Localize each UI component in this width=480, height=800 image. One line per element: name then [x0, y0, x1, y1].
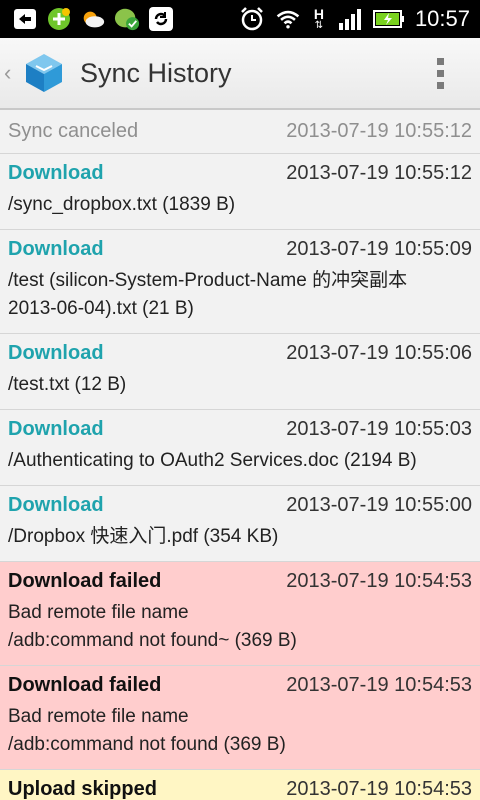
wifi-icon — [275, 6, 301, 32]
action-bar: ‹ Sync History — [0, 38, 480, 110]
entry-detail: Bad remote file name /adb:command not fo… — [8, 599, 472, 655]
entry-status: Upload skipped — [8, 778, 157, 800]
app-logo-icon[interactable] — [22, 51, 66, 95]
entry-status: Download — [8, 418, 104, 440]
list-item[interactable]: Download 2013-07-19 10:55:09 /test (sili… — [0, 230, 480, 334]
entry-detail-line: /Dropbox 快速入门.pdf (354 KB) — [8, 526, 279, 547]
list-item[interactable]: Upload skipped 2013-07-19 10:54:53 — [0, 770, 480, 800]
entry-detail-line: /test (silicon-System-Product-Name 的冲突副本 — [8, 270, 408, 291]
add-app-icon — [46, 6, 72, 32]
overflow-menu-icon[interactable] — [420, 43, 460, 103]
entry-time: 2013-07-19 10:54:53 — [286, 778, 472, 800]
entry-status: Download failed — [8, 570, 162, 592]
entry-detail-line: Bad remote file name — [8, 602, 189, 623]
entry-status: Download failed — [8, 674, 162, 696]
entry-detail-line: /adb:command not found~ (369 B) — [8, 630, 297, 651]
entry-status: Download — [8, 342, 104, 364]
up-chevron-icon[interactable]: ‹ — [4, 60, 18, 86]
sync-history-list[interactable]: Sync canceled 2013-07-19 10:55:12 Downlo… — [0, 110, 480, 800]
entry-detail-line: /sync_dropbox.txt (1839 B) — [8, 194, 236, 215]
entry-time: 2013-07-19 10:55:03 — [286, 418, 472, 440]
entry-detail: Bad remote file name /adb:command not fo… — [8, 703, 472, 759]
entry-status: Download — [8, 162, 104, 184]
back-icon — [12, 6, 38, 32]
entry-detail-line: /Authenticating to OAuth2 Services.doc (… — [8, 450, 417, 471]
alarm-icon — [239, 6, 265, 32]
entry-detail-line: 2013-06-04).txt (21 B) — [8, 298, 194, 319]
entry-status: Sync canceled — [8, 120, 139, 142]
list-item[interactable]: Download failed 2013-07-19 10:54:53 Bad … — [0, 562, 480, 666]
signal-icon — [337, 6, 363, 32]
entry-detail: /Dropbox 快速入门.pdf (354 KB) — [8, 523, 472, 551]
battery-icon — [372, 6, 405, 32]
sync-status-icon — [114, 6, 140, 32]
entry-detail: /test (silicon-System-Product-Name 的冲突副本… — [8, 267, 472, 323]
list-item[interactable]: Download 2013-07-19 10:55:03 /Authentica… — [0, 410, 480, 486]
entry-detail: /Authenticating to OAuth2 Services.doc (… — [8, 447, 472, 475]
status-clock: 10:57 — [414, 6, 470, 31]
refresh-icon — [148, 6, 174, 32]
entry-time: 2013-07-19 10:55:09 — [286, 238, 472, 260]
entry-time: 2013-07-19 10:55:00 — [286, 494, 472, 516]
status-bar: H ⇅ 10:57 — [0, 0, 480, 38]
entry-detail-line: /test.txt (12 B) — [8, 374, 127, 395]
list-item[interactable]: Download 2013-07-19 10:55:06 /test.txt (… — [0, 334, 480, 410]
network-type-icon: H ⇅ — [313, 6, 324, 31]
list-item[interactable]: Download failed 2013-07-19 10:54:53 Bad … — [0, 666, 480, 770]
weather-icon — [80, 6, 106, 32]
list-item[interactable]: Download 2013-07-19 10:55:12 /sync_dropb… — [0, 154, 480, 230]
entry-time: 2013-07-19 10:55:12 — [286, 120, 472, 142]
network-h-label: H — [313, 6, 324, 22]
entry-detail-line: Bad remote file name — [8, 706, 189, 727]
entry-detail: /test.txt (12 B) — [8, 371, 472, 399]
entry-time: 2013-07-19 10:55:06 — [286, 342, 472, 364]
entry-detail-line: /adb:command not found (369 B) — [8, 734, 286, 755]
list-item[interactable]: Download 2013-07-19 10:55:00 /Dropbox 快速… — [0, 486, 480, 562]
entry-status: Download — [8, 494, 104, 516]
entry-detail: /sync_dropbox.txt (1839 B) — [8, 191, 472, 219]
entry-time: 2013-07-19 10:54:53 — [286, 674, 472, 696]
entry-status: Download — [8, 238, 104, 260]
entry-time: 2013-07-19 10:54:53 — [286, 570, 472, 592]
page-title: Sync History — [80, 57, 232, 88]
entry-time: 2013-07-19 10:55:12 — [286, 162, 472, 184]
list-item[interactable]: Sync canceled 2013-07-19 10:55:12 — [0, 110, 480, 154]
